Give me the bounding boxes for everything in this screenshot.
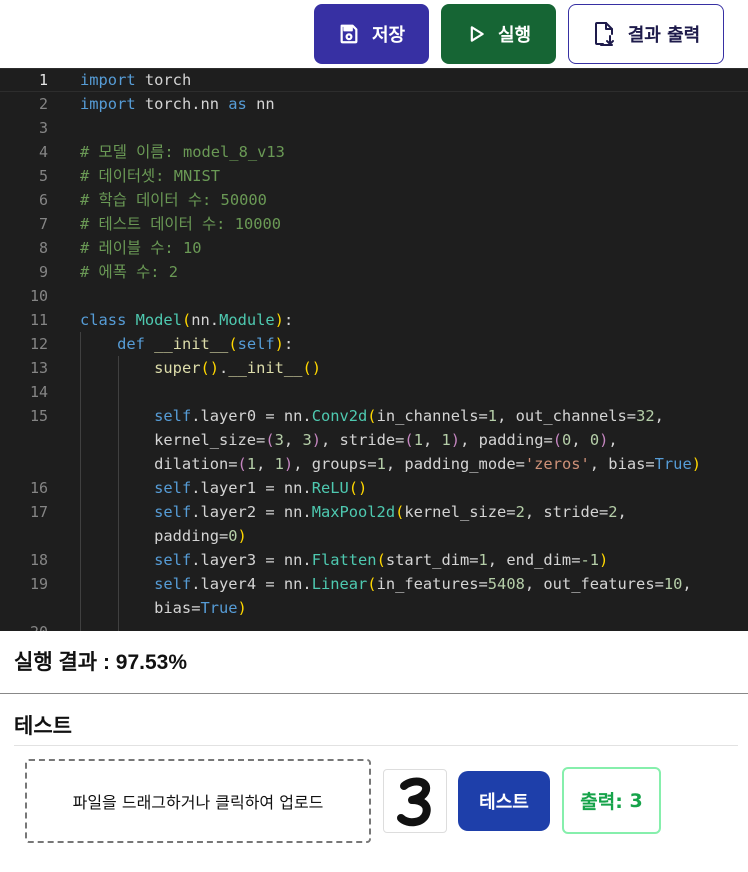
code-line: bias=True) — [80, 599, 247, 617]
test-section-title: 테스트 — [14, 715, 72, 738]
code-line: padding=0) — [80, 527, 247, 545]
code-line: kernel_size=(3, 3), stride=(1, 1), paddi… — [80, 431, 618, 449]
output-value: 3 — [629, 789, 643, 812]
code-line: super().__init__() — [154, 359, 321, 377]
line-number: 10 — [29, 287, 48, 305]
line-number: 16 — [29, 479, 48, 497]
line-number: 2 — [38, 95, 48, 113]
prediction-output: 출력: 3 — [562, 767, 661, 834]
test-title-underline — [14, 745, 738, 746]
code-line: # 테스트 데이터 수: 10000 — [80, 215, 282, 233]
line-number: 19 — [29, 575, 48, 593]
code-line: self.layer3 = nn.Flatten(start_dim=1, en… — [154, 551, 609, 569]
save-button-label: 저장 — [371, 25, 406, 46]
test-button-label: 테스트 — [479, 792, 529, 813]
run-button[interactable]: 실행 — [441, 4, 556, 64]
line-number: 20 — [0, 620, 48, 631]
line-number: 14 — [29, 383, 48, 401]
run-result: 실행 결과 : 97.53% — [14, 646, 187, 676]
save-icon — [338, 23, 360, 45]
code-line: # 레이블 수: 10 — [80, 239, 202, 257]
code-line: def __init__(self): — [117, 335, 294, 353]
code-line: import torch — [80, 71, 192, 89]
run-result-label: 실행 결과 : — [14, 651, 110, 674]
line-number: 12 — [29, 335, 48, 353]
line-number: 17 — [29, 503, 48, 521]
line-number: 9 — [38, 263, 48, 281]
output-label: 출력: — [580, 791, 623, 813]
digit-image — [397, 777, 431, 827]
line-number: 18 — [29, 551, 48, 569]
code-line: # 학습 데이터 수: 50000 — [80, 191, 267, 209]
line-number: 3 — [38, 119, 48, 137]
toolbar: 저장 실행 결과 출력 — [0, 0, 748, 68]
code-line: class Model(nn.Module): — [80, 311, 294, 329]
code-line: # 에폭 수: 2 — [80, 263, 179, 281]
line-number-gutter: 1 2 3 4 5 6 7 8 9 10 11 12 13 14 15 16 1… — [0, 68, 66, 631]
uploaded-digit-preview — [383, 769, 447, 833]
run-button-label: 실행 — [497, 25, 532, 46]
export-result-button[interactable]: 결과 출력 — [568, 4, 724, 64]
line-number: 1 — [38, 71, 48, 89]
export-result-button-label: 결과 출력 — [627, 25, 701, 46]
code-line: # 모델 이름: model_8_v13 — [80, 143, 285, 161]
line-number: 4 — [38, 143, 48, 161]
save-button[interactable]: 저장 — [314, 4, 429, 64]
code-line: # 데이터셋: MNIST — [80, 167, 221, 185]
file-upload-dropzone[interactable]: 파일을 드래그하거나 클릭하여 업로드 — [25, 759, 371, 843]
file-download-icon — [592, 21, 616, 47]
line-number: 15 — [29, 407, 48, 425]
line-number: 5 — [38, 167, 48, 185]
code-line: self.layer2 = nn.MaxPool2d(kernel_size=2… — [154, 503, 627, 521]
run-result-value: 97.53% — [115, 651, 188, 674]
code-line: self.layer1 = nn.ReLU() — [154, 479, 368, 497]
code-editor[interactable]: 1 2 3 4 5 6 7 8 9 10 11 12 13 14 15 16 1… — [0, 68, 748, 631]
section-divider — [0, 693, 748, 694]
test-button[interactable]: 테스트 — [458, 771, 550, 831]
dropzone-text: 파일을 드래그하거나 클릭하여 업로드 — [72, 793, 324, 812]
code-line: import torch.nn as nn — [80, 95, 275, 113]
line-number: 11 — [29, 311, 48, 329]
line-number: 6 — [38, 191, 48, 209]
code-line: self.layer4 = nn.Linear(in_features=5408… — [154, 575, 692, 593]
line-number: 13 — [29, 359, 48, 377]
line-number: 8 — [38, 239, 48, 257]
code-line: dilation=(1, 1), groups=1, padding_mode=… — [80, 455, 701, 473]
code-line: self.layer0 = nn.Conv2d(in_channels=1, o… — [154, 407, 664, 425]
play-icon — [466, 24, 486, 44]
line-number: 7 — [38, 215, 48, 233]
